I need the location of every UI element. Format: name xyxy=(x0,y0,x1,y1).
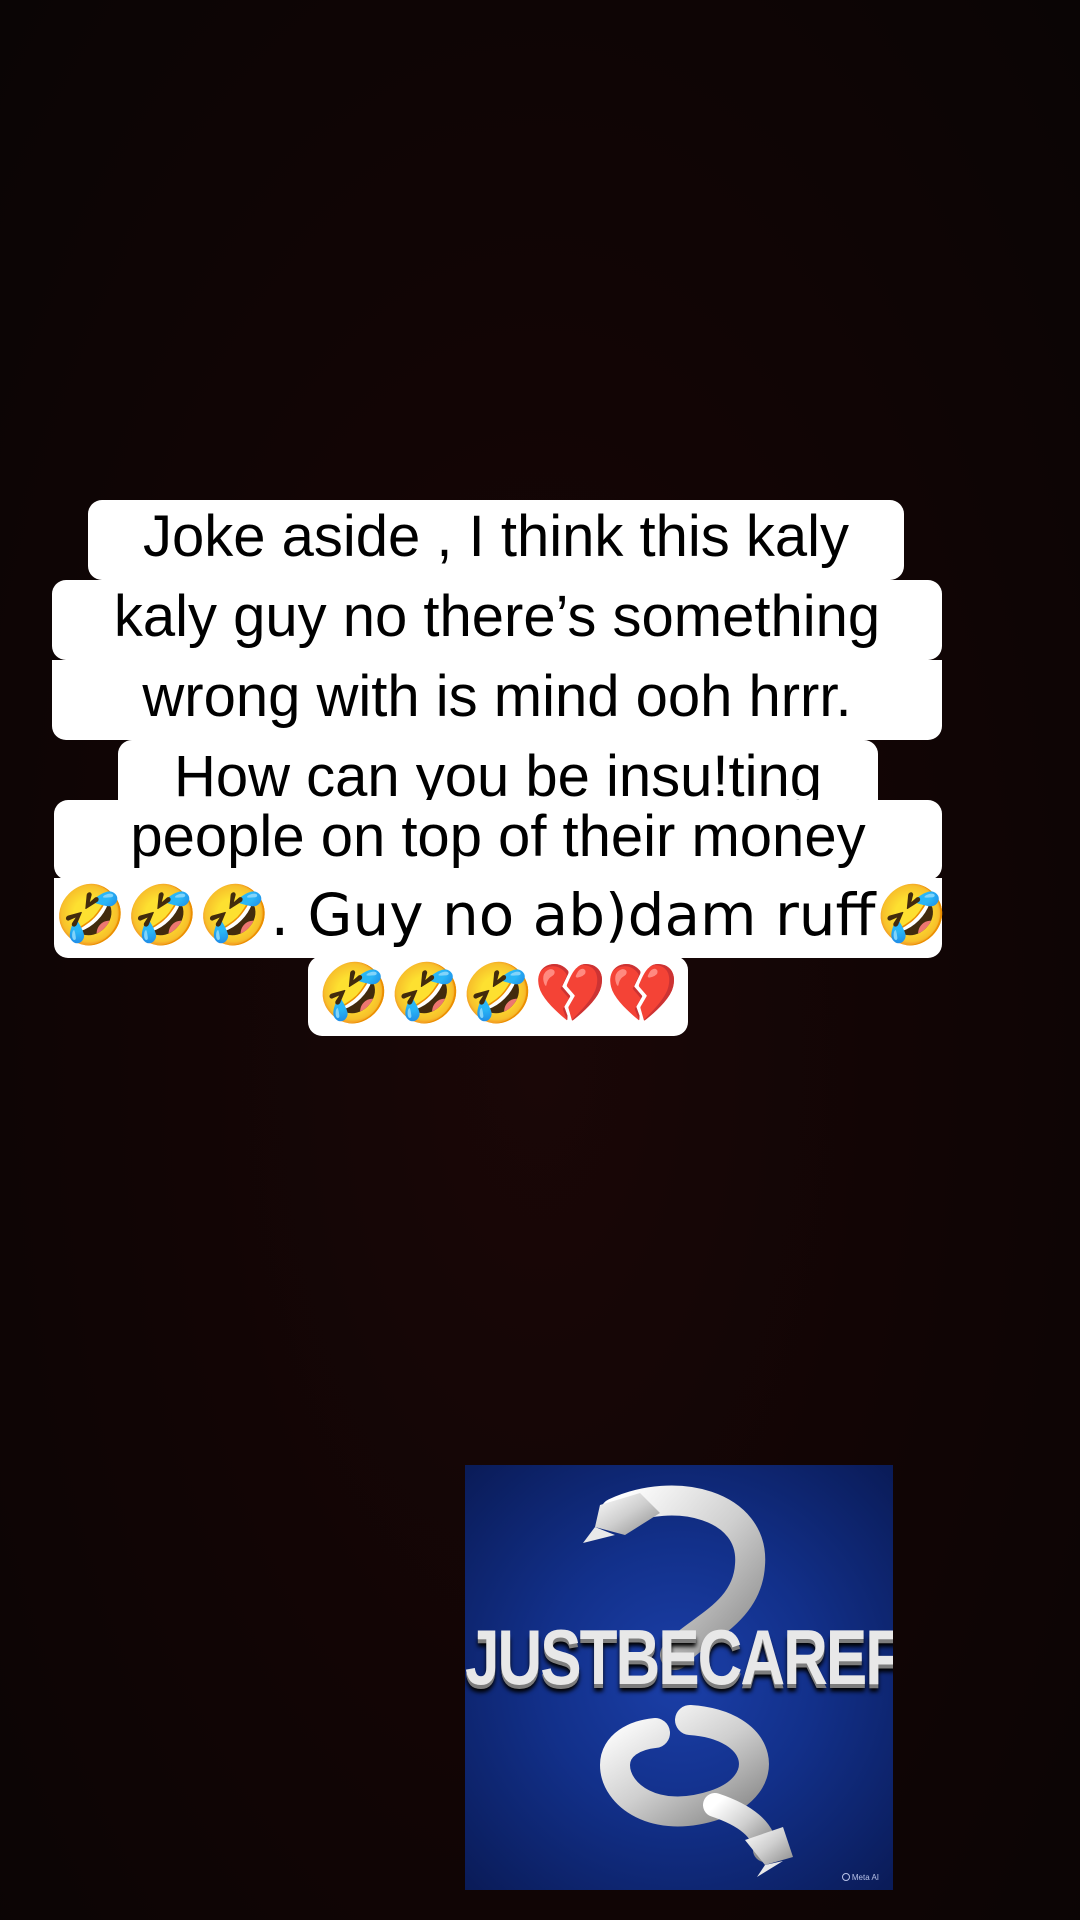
caption-line: wrong with is mind ooh hrrr. xyxy=(52,660,942,740)
caption-line: 🤣🤣🤣💔💔 xyxy=(308,956,688,1036)
justbecareful-logo: JUSTBECAREFUL Meta AI xyxy=(465,1465,893,1890)
caption-line: 🤣🤣🤣. Guy no ab)dam ruff🤣 xyxy=(54,878,948,958)
caption-line: kaly guy no there’s something xyxy=(52,580,942,660)
caption-line: people on top of their money xyxy=(54,800,942,880)
logo-wordmark: JUSTBECAREFUL xyxy=(465,1615,893,1702)
story-canvas: Joke aside , I think this kaly kaly guy … xyxy=(0,0,1080,1920)
caption-line: Joke aside , I think this kaly xyxy=(88,500,904,580)
meta-ring-icon xyxy=(841,1873,850,1881)
meta-ai-watermark: Meta AI xyxy=(841,1873,879,1882)
